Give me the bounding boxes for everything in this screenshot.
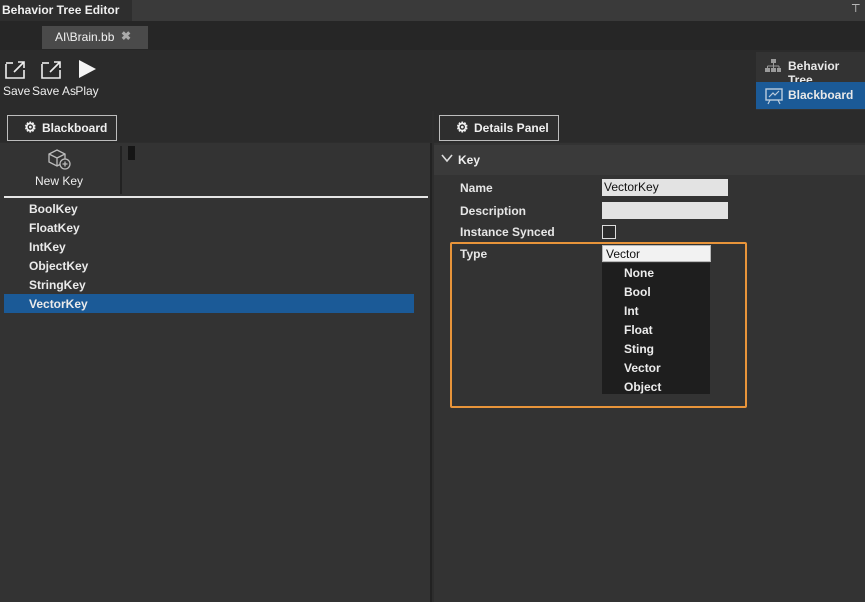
instance-synced-checkbox[interactable] bbox=[602, 225, 616, 239]
chevron-down-icon bbox=[441, 154, 453, 163]
list-item[interactable]: StringKey bbox=[4, 275, 414, 294]
blackboard-icon bbox=[765, 88, 783, 105]
new-key-label: New Key bbox=[34, 174, 84, 188]
blackboard-view-label: Blackboard bbox=[788, 88, 854, 102]
key-list: BoolKey FloatKey IntKey ObjectKey String… bbox=[4, 199, 414, 313]
details-panel: Key Name VectorKey Description Instance … bbox=[434, 143, 865, 602]
window-title: Behavior Tree Editor bbox=[2, 3, 120, 17]
close-icon[interactable]: ✖ bbox=[121, 29, 131, 43]
blackboard-panel-label: Blackboard bbox=[42, 121, 108, 135]
list-item[interactable]: IntKey bbox=[4, 237, 414, 256]
pin-icon[interactable]: ⊤ bbox=[851, 3, 863, 15]
view-switch: Behavior Tree Blackboard bbox=[756, 52, 865, 110]
name-field[interactable]: VectorKey bbox=[602, 179, 728, 196]
list-item[interactable]: FloatKey bbox=[4, 218, 414, 237]
list-item[interactable]: BoolKey bbox=[4, 199, 414, 218]
play-label: Play bbox=[75, 84, 99, 98]
tree-icon bbox=[765, 59, 781, 72]
toolbar: Save Save As Play bbox=[0, 50, 865, 111]
blackboard-panel: New Key BoolKey FloatKey IntKey ObjectKe… bbox=[0, 143, 432, 602]
highlight-box bbox=[450, 242, 747, 408]
save-icon bbox=[5, 61, 25, 79]
gear-icon: ⚙ bbox=[24, 119, 37, 135]
key-section-header[interactable]: Key bbox=[434, 145, 865, 175]
details-panel-tab[interactable]: ⚙ Details Panel bbox=[439, 115, 559, 141]
document-tab[interactable]: AI\Brain.bb ✖ bbox=[42, 26, 148, 49]
instance-synced-label: Instance Synced bbox=[460, 225, 555, 239]
list-item[interactable]: ObjectKey bbox=[4, 256, 414, 275]
name-label: Name bbox=[460, 181, 493, 195]
save-as-icon bbox=[41, 61, 61, 79]
blackboard-view-button[interactable]: Blackboard bbox=[756, 82, 865, 109]
save-button[interactable]: Save bbox=[3, 58, 30, 98]
toolbar-separator bbox=[120, 146, 122, 194]
document-tab-label: AI\Brain.bb bbox=[55, 30, 115, 44]
document-tab-strip: AI\Brain.bb ✖ bbox=[0, 21, 865, 50]
key-section-label: Key bbox=[458, 153, 481, 167]
list-item-selected[interactable]: VectorKey bbox=[4, 294, 414, 313]
description-field[interactable] bbox=[602, 202, 728, 219]
save-as-label: Save As bbox=[32, 84, 77, 98]
toolbar-handle bbox=[128, 146, 135, 160]
behavior-tree-view-button[interactable]: Behavior Tree bbox=[756, 53, 865, 87]
description-label: Description bbox=[460, 204, 527, 218]
title-bar: Behavior Tree Editor ⊤ bbox=[0, 0, 865, 21]
save-label: Save bbox=[3, 84, 31, 98]
play-button[interactable]: Play bbox=[74, 58, 100, 98]
new-key-icon bbox=[48, 149, 71, 170]
new-key-button[interactable]: New Key bbox=[30, 147, 88, 188]
blackboard-panel-tab[interactable]: ⚙ Blackboard bbox=[7, 115, 117, 141]
details-panel-label: Details Panel bbox=[474, 121, 549, 135]
play-icon bbox=[79, 60, 96, 78]
save-as-button[interactable]: Save As bbox=[32, 58, 76, 98]
gear-icon: ⚙ bbox=[456, 119, 469, 135]
list-divider bbox=[4, 196, 428, 198]
